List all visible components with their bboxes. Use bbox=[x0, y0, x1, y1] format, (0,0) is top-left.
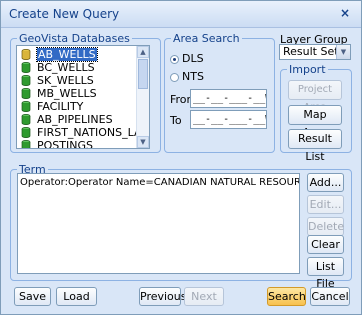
database-icon bbox=[21, 49, 31, 60]
database-item-label: POSTINGS bbox=[37, 139, 93, 149]
database-item-label: AB_WELLS bbox=[36, 47, 98, 62]
database-icon bbox=[21, 75, 31, 86]
database-item-label: MB_WELLS bbox=[37, 87, 97, 100]
database-item-label: AB_PIPELINES bbox=[37, 113, 113, 126]
layer-group-select[interactable]: Result Sets ▼ bbox=[279, 44, 351, 60]
window-title: Create New Query bbox=[9, 7, 120, 21]
edit-term-button[interactable]: Edit... bbox=[307, 195, 344, 214]
database-icon bbox=[21, 114, 31, 125]
clear-all-button[interactable]: Clear All bbox=[307, 235, 344, 268]
geovista-databases-legend: GeoVista Databases bbox=[19, 32, 130, 45]
database-item-label: BC_WELLS bbox=[37, 61, 95, 74]
database-item[interactable]: SK_WELLS bbox=[17, 74, 136, 87]
database-item-label: FIRST_NATIONS_LAND bbox=[37, 126, 150, 139]
load-button[interactable]: Load bbox=[56, 287, 97, 306]
scroll-thumb[interactable] bbox=[138, 59, 148, 89]
from-location-input[interactable]: __-__-___-__W_ bbox=[190, 89, 267, 108]
database-icon bbox=[21, 62, 31, 73]
database-icon bbox=[21, 140, 31, 148]
database-item[interactable]: BC_WELLS bbox=[17, 61, 136, 74]
create-new-query-dialog: Create New Query × GeoVista Databases AB… bbox=[0, 0, 362, 315]
previous-button[interactable]: Previous bbox=[139, 287, 187, 306]
to-label: To bbox=[170, 114, 182, 127]
database-item[interactable]: AB_PIPELINES bbox=[17, 113, 136, 126]
scroll-up-icon[interactable]: ▲ bbox=[137, 46, 149, 58]
dls-radio-label: DLS bbox=[182, 52, 204, 65]
search-button[interactable]: Search bbox=[267, 287, 306, 306]
database-list-scrollbar[interactable]: ▲ ▼ bbox=[136, 46, 149, 148]
nts-radio-label: NTS bbox=[182, 70, 204, 83]
database-icon bbox=[21, 88, 31, 99]
import-legend: Import bbox=[289, 63, 326, 76]
database-list[interactable]: AB_WELLS BC_WELLS SK_WELLS MB_WELLS FACI… bbox=[16, 45, 150, 149]
database-item[interactable]: FIRST_NATIONS_LAND bbox=[17, 126, 149, 139]
title-bar[interactable]: Create New Query × bbox=[1, 1, 361, 28]
close-icon[interactable]: × bbox=[337, 5, 353, 21]
chevron-down-icon[interactable]: ▼ bbox=[336, 45, 350, 59]
database-item[interactable]: FACILITY bbox=[17, 100, 136, 113]
save-button[interactable]: Save bbox=[14, 287, 51, 306]
term-entry[interactable]: Operator:Operator Name=CANADIAN NATURAL … bbox=[20, 177, 299, 188]
cancel-button[interactable]: Cancel bbox=[310, 287, 350, 306]
term-list[interactable]: Operator:Operator Name=CANADIAN NATURAL … bbox=[17, 173, 300, 274]
database-icon bbox=[21, 101, 31, 112]
delete-term-button[interactable]: Delete bbox=[307, 217, 344, 236]
area-search-legend: Area Search bbox=[173, 32, 240, 45]
next-button[interactable]: Next bbox=[184, 287, 224, 306]
nts-radio[interactable] bbox=[170, 73, 179, 82]
result-list-button[interactable]: Result List bbox=[288, 129, 342, 163]
database-item-label: FACILITY bbox=[37, 100, 84, 113]
database-item[interactable]: MB_WELLS bbox=[17, 87, 136, 100]
database-item[interactable]: POSTINGS bbox=[17, 139, 136, 149]
dls-radio[interactable] bbox=[170, 55, 179, 64]
database-item-label: SK_WELLS bbox=[37, 74, 94, 87]
database-item[interactable]: AB_WELLS bbox=[17, 47, 136, 62]
add-term-button[interactable]: Add... bbox=[307, 173, 344, 192]
database-list-items: AB_WELLS BC_WELLS SK_WELLS MB_WELLS FACI… bbox=[17, 47, 149, 149]
to-location-input[interactable]: __-__-___-__W_ bbox=[190, 110, 267, 129]
scroll-down-icon[interactable]: ▼ bbox=[137, 136, 149, 148]
map-area-button[interactable]: Map Area bbox=[288, 105, 342, 139]
project-area-button[interactable]: Project Area bbox=[288, 80, 342, 113]
database-icon bbox=[21, 127, 31, 138]
list-file-button[interactable]: List File bbox=[307, 257, 344, 290]
